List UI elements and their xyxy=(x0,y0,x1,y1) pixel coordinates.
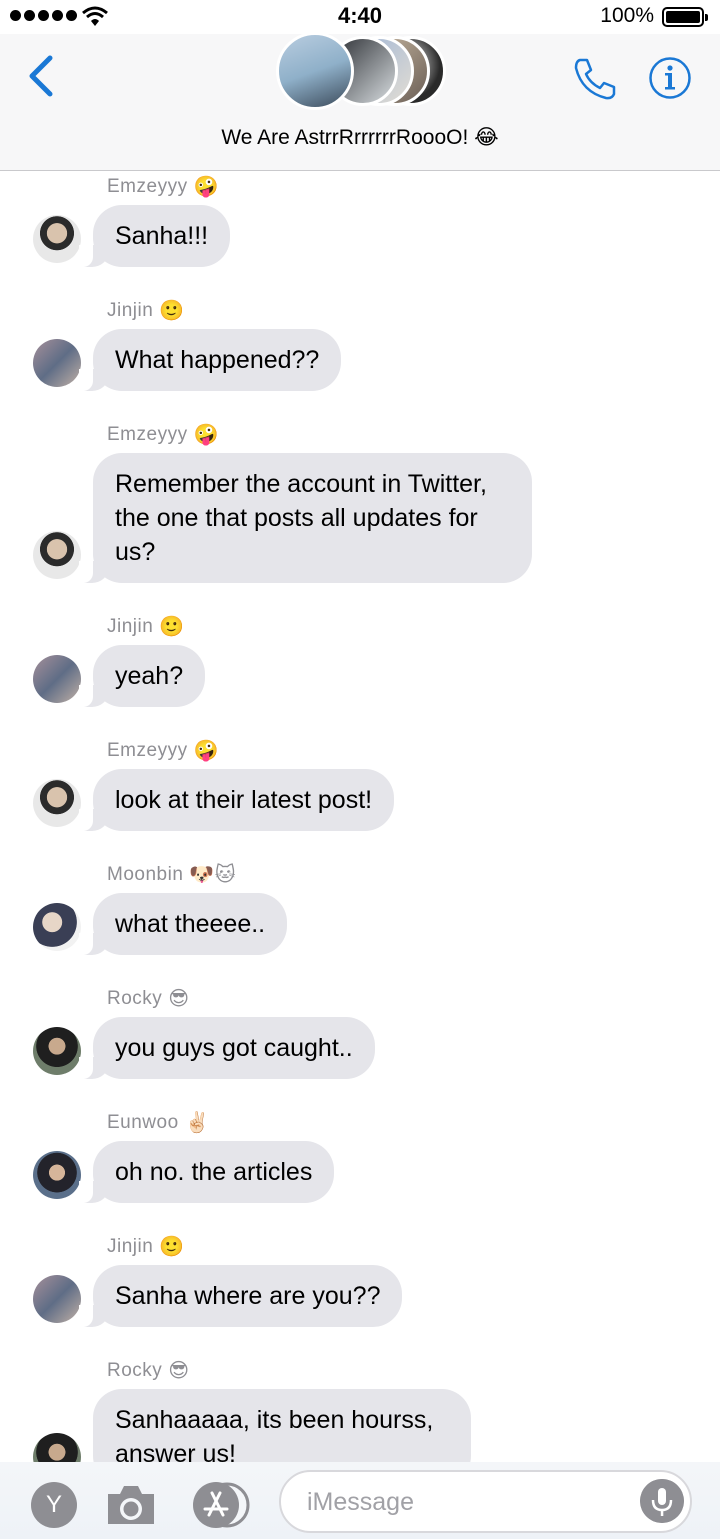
sender-label: Eunwoo ✌🏻 xyxy=(107,1109,210,1137)
phone-icon[interactable] xyxy=(572,56,618,102)
avatar-rocky[interactable] xyxy=(33,1027,81,1075)
sender-emoji: 🤪 xyxy=(193,740,219,762)
camera-icon[interactable] xyxy=(104,1480,158,1530)
message-thread[interactable]: Emzeyyy 🤪 Sanha!!! Jinjin 🙂 What happened?… xyxy=(0,172,720,1462)
sender-emoji: 🤪 xyxy=(193,424,219,446)
message-bubble[interactable]: look at their latest post! xyxy=(78,769,395,831)
avatar-rocky[interactable] xyxy=(33,1433,81,1462)
avatar-jinjin[interactable] xyxy=(33,655,81,703)
imessage-field[interactable] xyxy=(279,1470,692,1533)
message-bubble[interactable]: yeah? xyxy=(78,645,206,707)
sender-label: Rocky 😎 xyxy=(107,1357,190,1385)
sender-label: Jinjin 🙂 xyxy=(107,613,185,641)
status-bar: 4:40 100% xyxy=(0,0,720,34)
group-name[interactable]: We Are AstrrRrrrrrrRoooO! 😂 xyxy=(0,125,720,150)
message-bubble[interactable]: Remember the account in Twitter, the one… xyxy=(79,453,532,583)
sender-emoji: 🙂 xyxy=(159,1236,185,1258)
group-avatar-1 xyxy=(276,32,354,110)
sender-emoji: 🙂 xyxy=(159,616,185,638)
message-bubble[interactable]: you guys got caught.. xyxy=(79,1017,375,1079)
battery-icon xyxy=(662,7,708,27)
message-bubble[interactable]: oh no. the articles xyxy=(78,1141,335,1203)
sender-label: Emzeyyy 🤪 xyxy=(107,421,219,449)
imessage-input[interactable] xyxy=(307,1484,627,1520)
sender-label: Rocky 😎 xyxy=(107,985,190,1013)
message-bubble[interactable]: what theeee.. xyxy=(78,893,288,955)
message-bubble[interactable]: Sanhaaaaa, its been hourss, answer us! xyxy=(93,1389,471,1462)
group-avatars[interactable] xyxy=(276,32,446,110)
apps-button[interactable]: Y xyxy=(31,1482,77,1528)
sender-label: Jinjin 🙂 xyxy=(107,297,185,325)
avatar-jinjin[interactable] xyxy=(33,1275,81,1323)
microphone-icon[interactable] xyxy=(640,1479,684,1523)
message-bubble[interactable]: Sanha where are you?? xyxy=(78,1265,403,1327)
avatar-moonbin[interactable] xyxy=(33,903,81,951)
sender-emoji: 😎 xyxy=(168,1360,190,1382)
avatar-jinjin[interactable] xyxy=(33,339,81,387)
sender-emoji: 😎 xyxy=(168,988,190,1010)
appstore-icon[interactable] xyxy=(191,1482,253,1528)
sender-emoji: 🐶🐱 xyxy=(189,864,237,886)
sender-label: Emzeyyy 🤪 xyxy=(107,173,219,201)
avatar-emzeyyy[interactable] xyxy=(33,531,81,579)
info-icon[interactable] xyxy=(648,56,692,100)
message-bubble[interactable]: What happened?? xyxy=(78,329,342,391)
sender-label: Emzeyyy 🤪 xyxy=(107,737,219,765)
avatar-eunwoo[interactable] xyxy=(33,1151,81,1199)
message-composer: Y xyxy=(0,1462,720,1539)
sender-emoji: ✌🏻 xyxy=(184,1112,211,1134)
message-bubble[interactable]: Sanha!!! xyxy=(78,205,231,267)
battery-percent: 100% xyxy=(600,4,654,27)
sender-emoji: 🤪 xyxy=(193,176,219,198)
avatar-emzeyyy[interactable] xyxy=(33,779,81,827)
sender-label: Moonbin 🐶🐱 xyxy=(107,861,236,889)
conversation-header: We Are AstrrRrrrrrrRoooO! 😂 xyxy=(0,32,720,171)
sender-emoji: 🙂 xyxy=(159,300,185,322)
avatar-emzeyyy[interactable] xyxy=(33,215,81,263)
sender-label: Jinjin 🙂 xyxy=(107,1233,185,1261)
back-chevron-icon[interactable] xyxy=(24,54,58,98)
